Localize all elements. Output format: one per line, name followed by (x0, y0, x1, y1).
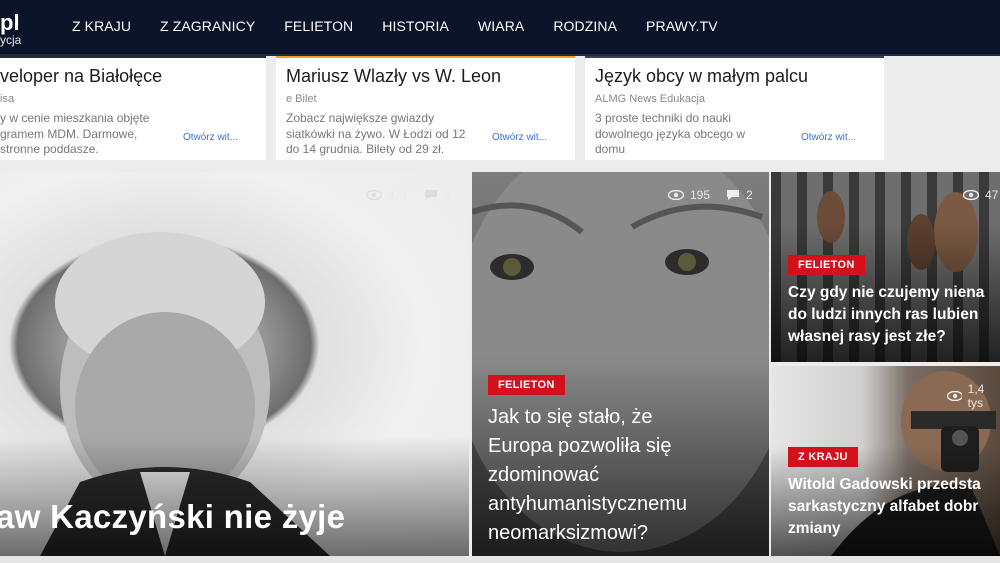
nav-item-z-kraju[interactable]: Z KRAJU (72, 18, 131, 34)
article-headline[interactable]: aw Kaczyński nie żyje (0, 498, 345, 536)
ad-description: 3 proste techniki do nauki dowolnego jęz… (595, 111, 746, 156)
article-tile[interactable]: 195 2 FELIETON Jak to się stało, że Euro… (472, 172, 769, 556)
eye-icon (963, 190, 979, 200)
views-count: 1,4 tys (967, 382, 985, 410)
page-footer-gap (0, 556, 1000, 563)
site-logo[interactable]: pl ycja (0, 10, 22, 47)
category-badge[interactable]: FELIETON (488, 375, 565, 395)
ad-open-link[interactable]: Otwórz wit... (183, 132, 238, 143)
top-navigation: pl ycja Z KRAJU Z ZAGRANICY FELIETON HIS… (0, 0, 1000, 56)
comment-icon (425, 190, 438, 200)
logo-text: pl (0, 10, 20, 35)
main-menu: Z KRAJU Z ZAGRANICY FELIETON HISTORIA WI… (72, 18, 747, 34)
article-stats: 477 3 (366, 188, 451, 202)
views-count: 195 (690, 188, 711, 202)
nav-item-rodzina[interactable]: RODZINA (553, 18, 617, 34)
article-stats: 47 (963, 188, 998, 202)
ad-title[interactable]: Język obcy w małym palcu (595, 66, 808, 87)
views-count: 47 (985, 188, 999, 202)
article-stats: 195 2 (668, 188, 753, 202)
eye-icon (668, 190, 684, 200)
comments-count: 2 (746, 188, 753, 202)
ad-title[interactable]: Mariusz Wlazły vs W. Leon (286, 66, 501, 87)
ad-source: e Bilet (286, 93, 317, 105)
comment-icon (727, 190, 740, 200)
article-stats: 1,4 tys (947, 382, 1000, 410)
category-badge[interactable]: Z KRAJU (788, 447, 858, 467)
ad-card[interactable]: veloper na Białołęce isa y w cenie miesz… (0, 56, 266, 160)
ad-card[interactable]: Język obcy w małym palcu ALMG News Eduka… (585, 56, 884, 160)
sponsored-links: veloper na Białołęce isa y w cenie miesz… (0, 56, 1000, 171)
nav-item-prawy-tv[interactable]: PRAWY.TV (646, 18, 718, 34)
ad-title[interactable]: veloper na Białołęce (0, 66, 162, 87)
ad-description: y w cenie mieszkania objęte gramem MDM. … (0, 111, 150, 156)
caption-shade (0, 436, 469, 556)
article-headline[interactable]: Witold Gadowski przedsta sarkastyczny al… (788, 474, 1000, 540)
ad-source: ALMG News Edukacja (595, 93, 706, 105)
category-badge[interactable]: FELIETON (788, 255, 865, 275)
ad-description: Zobacz największe gwiazdy siatkówki na ż… (286, 111, 466, 156)
comments-count: 3 (444, 188, 451, 202)
views-count: 477 (388, 188, 409, 202)
eye-icon (366, 190, 382, 200)
article-tile[interactable]: 1,4 tys Z KRAJU Witold Gadowski przedsta… (771, 366, 1000, 556)
article-headline[interactable]: Jak to się stało, że Europa pozwoliła si… (488, 403, 768, 548)
eye-icon (947, 391, 962, 401)
article-tile[interactable]: 477 3 aw Kaczyński nie żyje (0, 172, 469, 556)
page: pl ycja Z KRAJU Z ZAGRANICY FELIETON HIS… (0, 0, 1000, 563)
ad-source: isa (0, 93, 15, 105)
logo-subtext: ycja (0, 33, 22, 47)
ad-image (276, 56, 575, 58)
ad-image (0, 56, 266, 58)
article-headline[interactable]: Czy gdy nie czujemy niena do ludzi innyc… (788, 282, 1000, 348)
nav-item-wiara[interactable]: WIARA (478, 18, 524, 34)
ad-open-link[interactable]: Otwórz wit... (492, 132, 547, 143)
nav-item-historia[interactable]: HISTORIA (382, 18, 449, 34)
nav-item-z-zagranicy[interactable]: Z ZAGRANICY (160, 18, 255, 34)
nav-item-felieton[interactable]: FELIETON (284, 18, 353, 34)
ad-image (585, 56, 884, 58)
article-tile[interactable]: 47 FELIETON Czy gdy nie czujemy niena do… (771, 172, 1000, 362)
ad-open-link[interactable]: Otwórz wit... (801, 132, 856, 143)
ad-card[interactable]: Mariusz Wlazły vs W. Leon e Bilet Zobacz… (276, 56, 575, 160)
